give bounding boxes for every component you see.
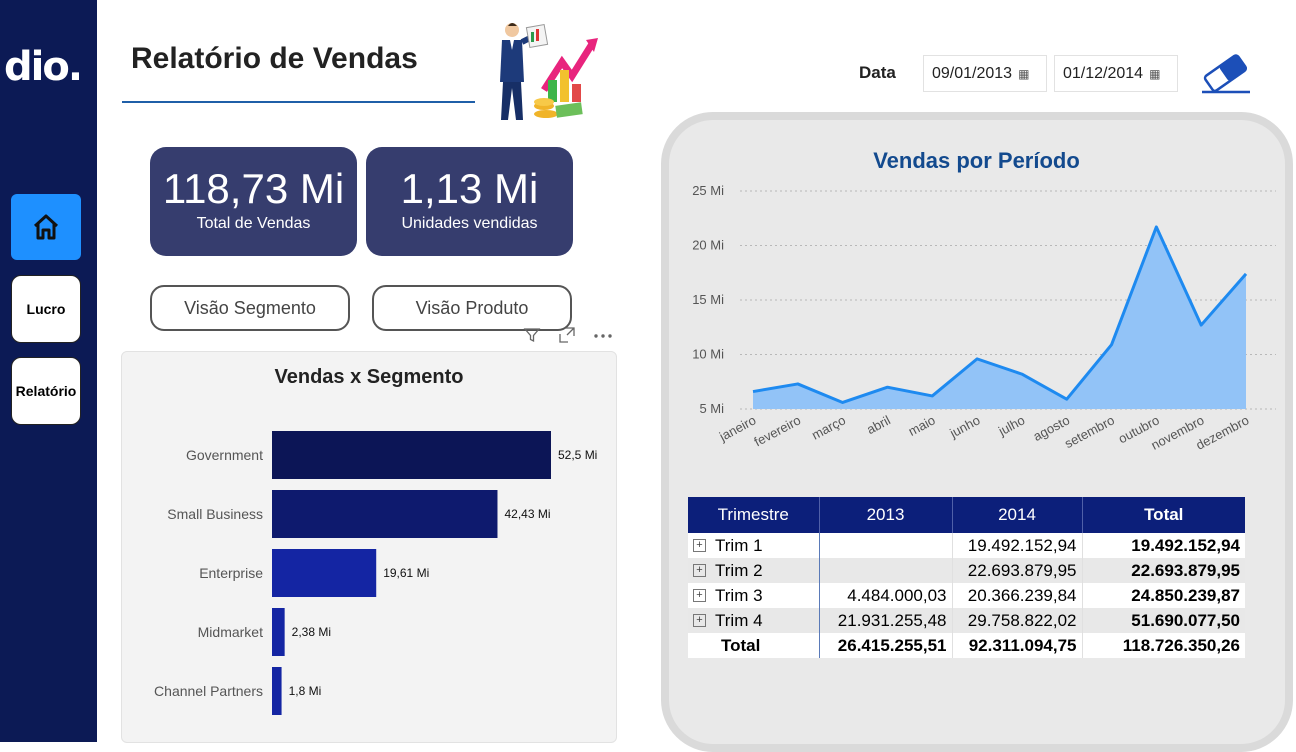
date-end-value: 01/12/2014 [1063, 64, 1144, 82]
table-cell: 24.850.239,87 [1082, 583, 1245, 608]
businessman-growth-illustration [500, 23, 598, 120]
home-icon [33, 214, 59, 240]
date-label: Data [859, 63, 896, 82]
y-tick-label: 5 Mi [699, 401, 724, 416]
table-cell: 26.415.255,51 [819, 633, 953, 658]
segment-bar[interactable] [272, 667, 282, 715]
segment-category-label: Small Business [167, 506, 263, 522]
kpi-unidades-vendidas: 1,13 Mi Unidades vendidas [366, 147, 573, 256]
table-cell [819, 533, 953, 558]
segment-value-label: 19,61 Mi [383, 566, 429, 580]
segment-category-label: Government [186, 447, 263, 463]
expand-plus-icon[interactable]: + [693, 588, 706, 602]
table-cell: Total [688, 633, 820, 658]
filter-icon[interactable] [523, 326, 541, 344]
sidebar: dio. Lucro Relatório [0, 0, 97, 742]
table-row: + Trim 4 21.931.255,48 29.758.822,02 51.6… [688, 608, 1245, 633]
segment-bar[interactable] [272, 431, 551, 479]
table-row: + Trim 1 19.492.152,94 19.492.152,94 [688, 533, 1245, 558]
focus-mode-icon[interactable] [558, 326, 576, 344]
date-start-input[interactable]: 09/01/2013 ▦ [923, 55, 1047, 92]
table-cell: 92.311.094,75 [952, 633, 1083, 658]
table-header-2013[interactable]: 2013 [818, 497, 952, 533]
kpi-unidades-value: 1,13 Mi [400, 165, 539, 212]
table-header-2014[interactable]: 2014 [951, 497, 1082, 533]
expand-plus-icon[interactable]: + [693, 538, 706, 552]
segment-value-label: 2,38 Mi [292, 625, 331, 639]
table-cell: Trim 1 [715, 535, 763, 555]
nav-lucro-button[interactable]: Lucro [11, 275, 81, 343]
segment-value-label: 42,43 Mi [504, 507, 550, 521]
table-cell: Trim 2 [715, 560, 763, 580]
area-fill [753, 226, 1246, 409]
visao-produto-button[interactable]: Visão Produto [372, 285, 572, 331]
table-total-row: Total 26.415.255,51 92.311.094,75 118.72… [688, 633, 1245, 658]
table-cell: 29.758.822,02 [952, 608, 1083, 633]
vendas-segmento-panel: Vendas x Segmento Government 52,5 Mi Small… [121, 351, 617, 743]
table-cell [819, 558, 953, 583]
y-tick-label: 20 Mi [692, 238, 724, 253]
table-cell: 19.492.152,94 [952, 533, 1083, 558]
calendar-icon: ▦ [1149, 66, 1161, 81]
table-cell: 51.690.077,50 [1082, 608, 1245, 633]
table-header-trimestre[interactable]: Trimestre [688, 497, 819, 533]
calendar-icon: ▦ [1018, 66, 1030, 81]
eraser-clear-filters-icon[interactable] [1198, 50, 1254, 96]
quarterly-sales-table: Trimestre 2013 2014 Total + Trim 1 19.492… [688, 497, 1245, 658]
page-title: Relatório de Vendas [131, 42, 418, 75]
segment-category-label: Midmarket [198, 624, 263, 640]
title-underline [122, 101, 475, 103]
table-cell: 22.693.879,95 [1082, 558, 1245, 583]
x-tick-label: maio [906, 412, 938, 438]
segment-value-label: 52,5 Mi [558, 448, 597, 462]
more-options-icon[interactable] [592, 326, 614, 344]
x-tick-label: junho [946, 412, 982, 441]
segment-category-label: Channel Partners [154, 683, 263, 699]
segment-category-label: Enterprise [199, 565, 263, 581]
kpi-total-vendas-label: Total de Vendas [196, 215, 311, 232]
nav-relatorio-button[interactable]: Relatório [11, 357, 81, 425]
y-tick-label: 15 Mi [692, 292, 724, 307]
kpi-unidades-label: Unidades vendidas [401, 215, 538, 232]
kpi-total-vendas-value: 118,73 Mi [162, 165, 345, 212]
table-header-total[interactable]: Total [1081, 497, 1245, 533]
expand-plus-icon[interactable]: + [693, 613, 706, 627]
x-tick-label: fevereiro [752, 412, 804, 449]
nav-home-button[interactable] [11, 194, 81, 260]
table-cell: 19.492.152,94 [1082, 533, 1245, 558]
table-cell: 118.726.350,26 [1082, 633, 1245, 658]
y-tick-label: 25 Mi [692, 183, 724, 198]
table-cell: 22.693.879,95 [952, 558, 1083, 583]
vendas-periodo-chart: Vendas por Período 5 Mi 10 Mi 15 Mi 20 Mi 25… [664, 140, 1289, 470]
segment-bar-chart: Government 52,5 Mi Small Business 42,43 Mi E… [154, 431, 597, 715]
date-start-value: 09/01/2013 [932, 64, 1013, 82]
table-cell: 21.931.255,48 [819, 608, 953, 633]
table-cell: Trim 4 [715, 610, 763, 630]
x-tick-label: abril [864, 412, 893, 437]
table-cell: 4.484.000,03 [819, 583, 953, 608]
dio-logo: dio. [4, 44, 83, 90]
period-area-chart: 5 Mi 10 Mi 15 Mi 20 Mi 25 Mi janeirofevereiro… [692, 183, 1276, 453]
x-tick-label: janeiro [716, 412, 758, 444]
table-cell: Trim 3 [715, 585, 763, 605]
visao-segmento-button[interactable]: Visão Segmento [150, 285, 350, 331]
x-tick-label: setembro [1062, 412, 1117, 451]
visual-toolbar [520, 326, 616, 346]
kpi-total-vendas: 118,73 Mi Total de Vendas [150, 147, 357, 256]
expand-plus-icon[interactable]: + [693, 563, 706, 577]
x-tick-label: março [809, 412, 848, 442]
segment-bar[interactable] [272, 549, 377, 597]
y-tick-label: 10 Mi [692, 347, 724, 362]
table-row: + Trim 3 4.484.000,03 20.366.239,84 24.85… [688, 583, 1245, 608]
x-tick-label: julho [995, 412, 1027, 439]
date-end-input[interactable]: 01/12/2014 ▦ [1054, 55, 1178, 92]
segment-bar[interactable] [272, 490, 498, 538]
table-row: + Trim 2 22.693.879,95 22.693.879,95 [688, 558, 1245, 583]
table-cell: 20.366.239,84 [952, 583, 1083, 608]
segment-value-label: 1,8 Mi [289, 684, 322, 698]
segment-bar[interactable] [272, 608, 285, 656]
